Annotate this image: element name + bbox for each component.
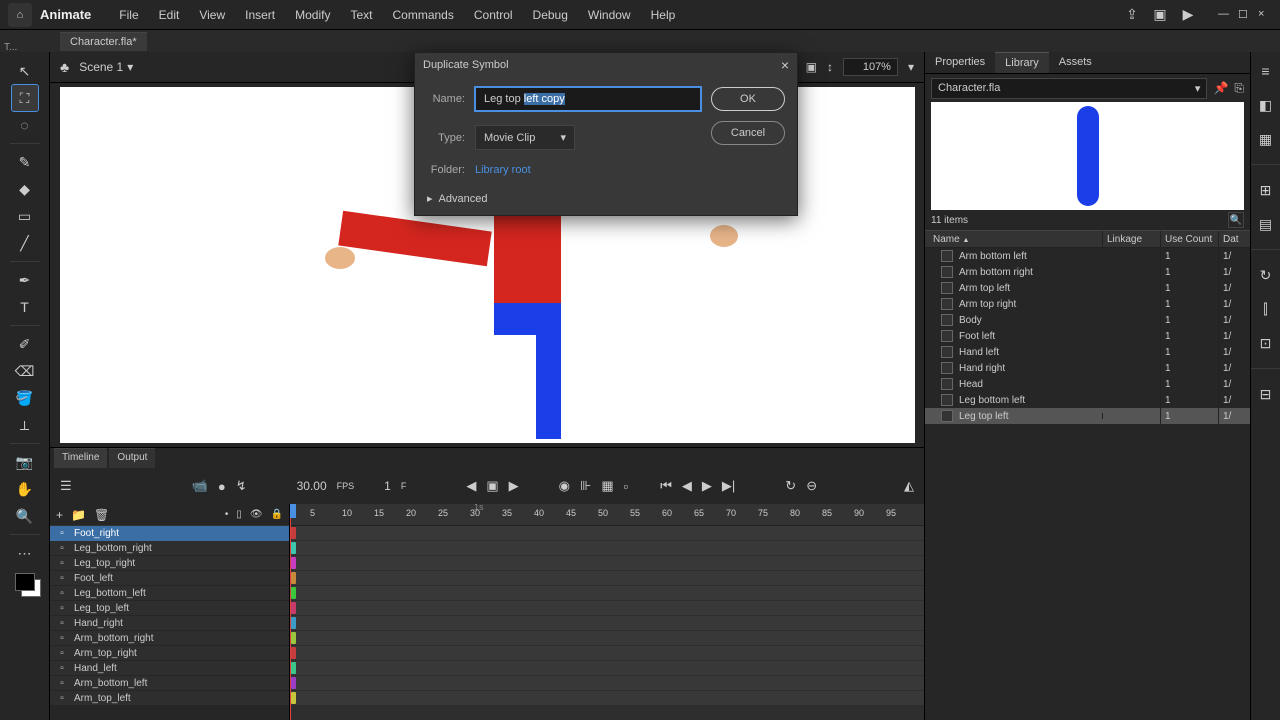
- folder-link[interactable]: Library root: [475, 164, 531, 176]
- symbol-name-input[interactable]: Leg top left copy: [475, 87, 701, 111]
- dialog-title: Duplicate Symbol: [423, 59, 509, 71]
- duplicate-symbol-dialog: Duplicate Symbol × Name: Leg top left co…: [414, 52, 798, 216]
- dialog-close-icon[interactable]: ×: [781, 57, 789, 73]
- cancel-button[interactable]: Cancel: [711, 121, 785, 145]
- name-label: Name:: [427, 93, 465, 105]
- type-label: Type:: [427, 132, 465, 144]
- modal-overlay: Duplicate Symbol × Name: Leg top left co…: [0, 0, 1280, 720]
- folder-label: Folder:: [427, 164, 465, 176]
- symbol-type-dropdown[interactable]: Movie Clip▾: [475, 125, 575, 150]
- advanced-toggle[interactable]: ▸Advanced: [427, 188, 785, 205]
- ok-button[interactable]: OK: [711, 87, 785, 111]
